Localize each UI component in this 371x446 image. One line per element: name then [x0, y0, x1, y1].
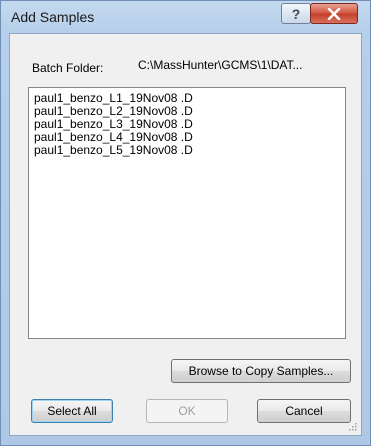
close-icon	[327, 7, 341, 20]
browse-to-copy-samples-button[interactable]: Browse to Copy Samples...	[171, 359, 351, 383]
cancel-button[interactable]: Cancel	[257, 399, 351, 423]
close-button[interactable]	[310, 3, 358, 24]
resize-grip-icon[interactable]	[347, 421, 357, 431]
help-button[interactable]: ?	[281, 3, 311, 24]
dialog-title: Add Samples	[11, 9, 95, 25]
title-bar[interactable]: Add Samples ?	[1, 1, 370, 33]
list-item[interactable]: paul1_benzo_L5_19Nov08 .D	[34, 144, 345, 157]
batch-folder-label: Batch Folder:	[32, 61, 104, 75]
help-icon: ?	[291, 5, 301, 22]
samples-listbox[interactable]: paul1_benzo_L1_19Nov08 .D paul1_benzo_L2…	[28, 87, 346, 339]
batch-folder-path: C:\MassHunter\GCMS\1\DAT...	[138, 58, 303, 72]
dialog-body: Batch Folder: C:\MassHunter\GCMS\1\DAT..…	[9, 33, 362, 436]
select-all-button[interactable]: Select All	[31, 399, 113, 423]
ok-button[interactable]: OK	[146, 399, 228, 423]
add-samples-dialog: Add Samples ? Batch Folder: C:\MassHunte…	[0, 0, 371, 446]
